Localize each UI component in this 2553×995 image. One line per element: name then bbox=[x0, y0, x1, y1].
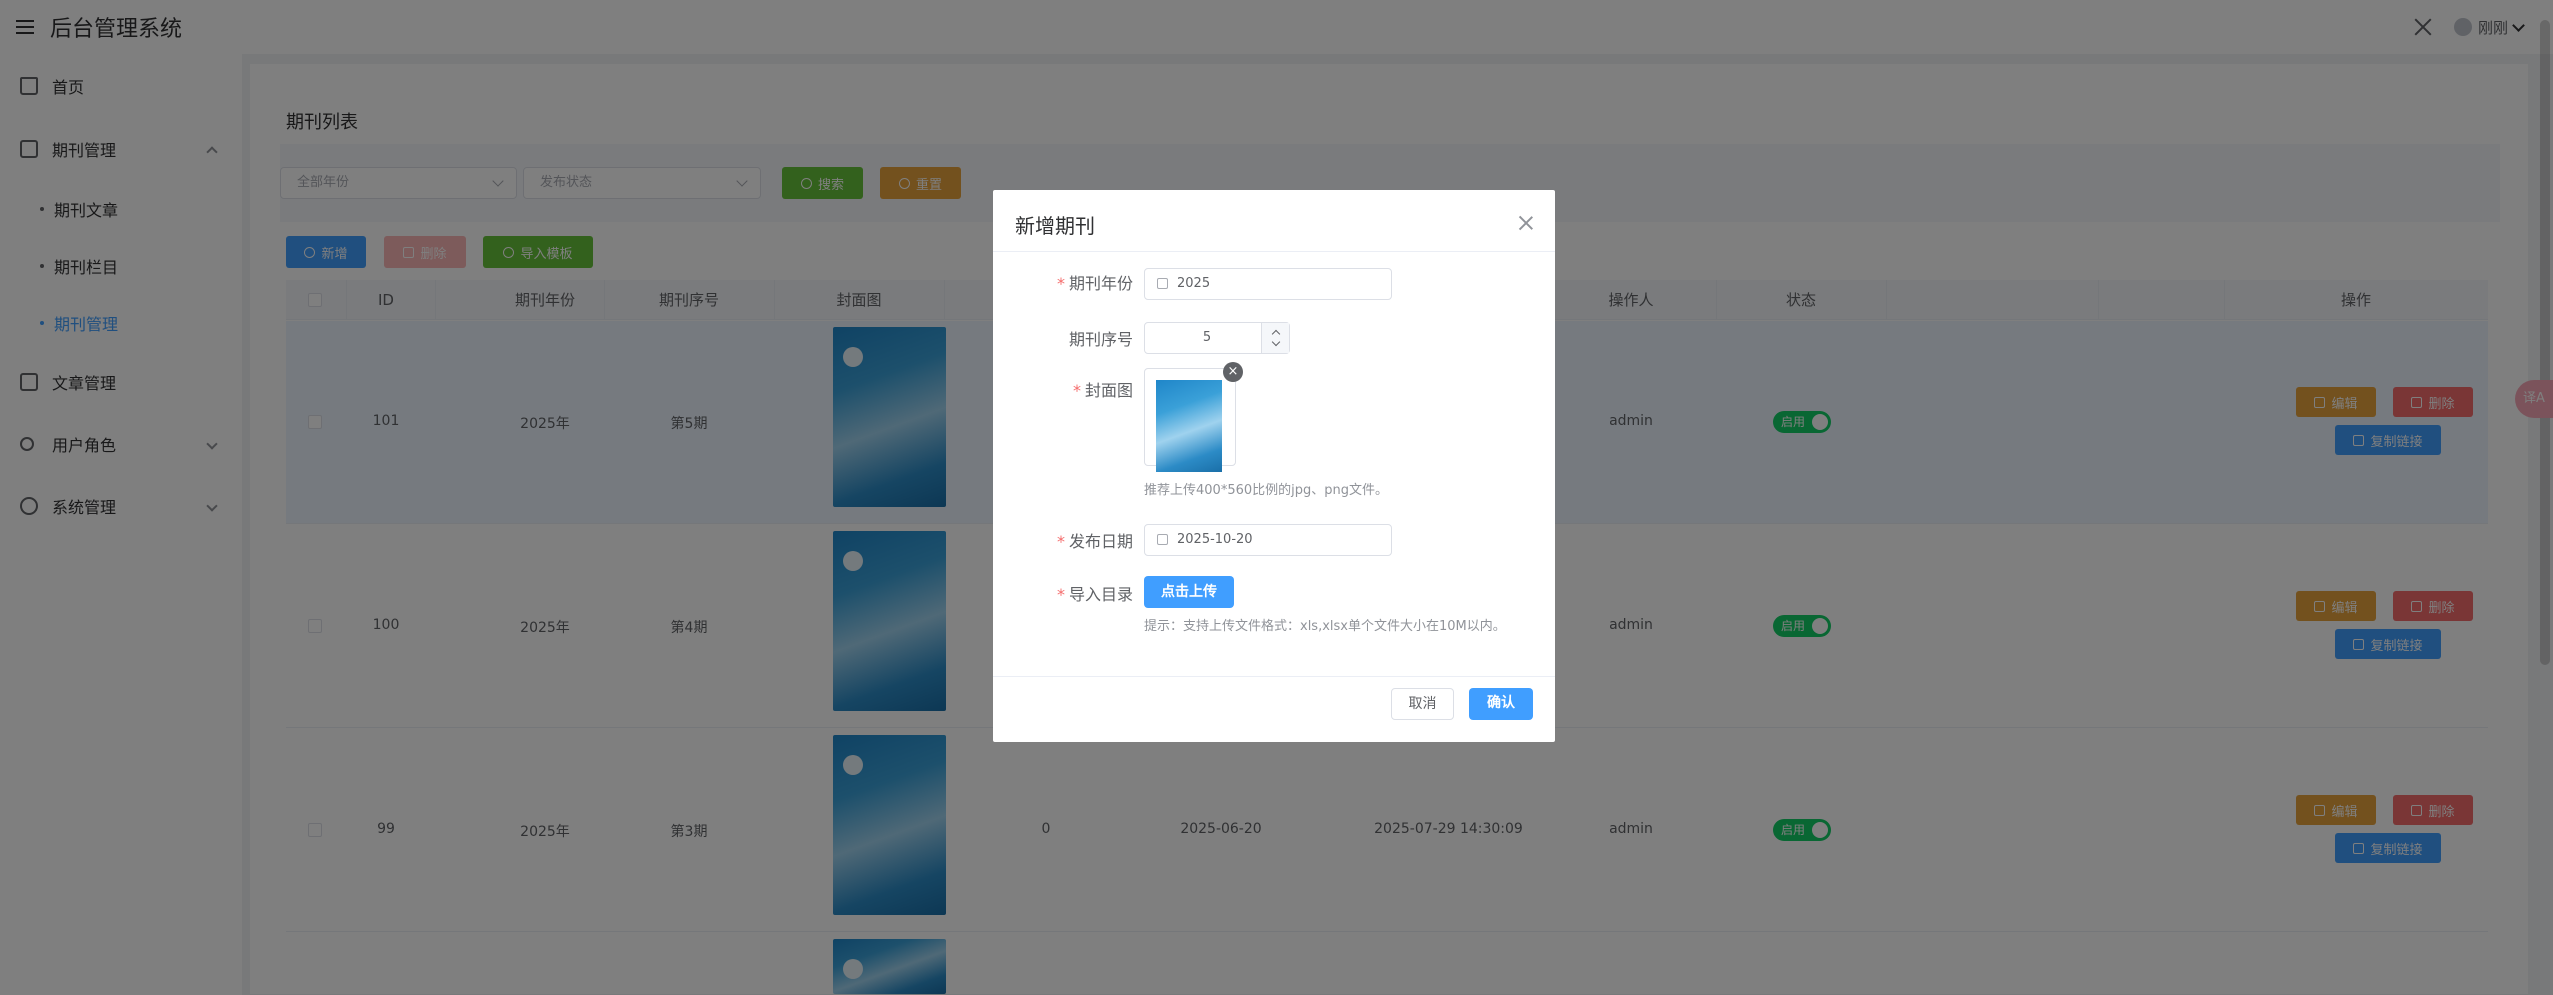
chevron-down-icon[interactable] bbox=[1271, 337, 1281, 347]
year-picker[interactable]: 2025 bbox=[1144, 268, 1392, 300]
year-label: * 期刊年份 bbox=[1056, 274, 1133, 293]
add-journal-dialog: 新增期刊 * 期刊年份 2025 期刊序号 5 * 封面图 × 推荐上传400*56… bbox=[993, 190, 1555, 742]
cover-label: * 封面图 bbox=[1072, 381, 1133, 400]
publish-date-picker[interactable]: 2025-10-20 bbox=[1144, 524, 1392, 556]
upload-button[interactable]: 点击上传 bbox=[1144, 576, 1234, 608]
issue-number-input[interactable]: 5 bbox=[1144, 322, 1290, 354]
close-icon[interactable] bbox=[1519, 216, 1533, 230]
calendar-icon bbox=[1157, 534, 1168, 545]
cancel-button[interactable]: 取消 bbox=[1391, 688, 1454, 720]
divider bbox=[993, 676, 1555, 677]
catalog-label: * 导入目录 bbox=[1056, 585, 1133, 604]
remove-image-icon[interactable]: × bbox=[1223, 362, 1243, 382]
cover-upload-preview[interactable] bbox=[1144, 368, 1236, 472]
label-text: 封面图 bbox=[1084, 381, 1133, 400]
issue-stepper[interactable] bbox=[1261, 323, 1289, 353]
cover-thumbnail bbox=[1156, 380, 1222, 472]
dialog-title: 新增期刊 bbox=[1015, 214, 1095, 238]
confirm-button[interactable]: 确认 bbox=[1469, 688, 1533, 720]
label-text: 发布日期 bbox=[1068, 532, 1133, 551]
issue-label: 期刊序号 bbox=[1069, 326, 1133, 350]
date-value: 2025-10-20 bbox=[1177, 532, 1253, 547]
divider bbox=[993, 251, 1555, 252]
cover-hint: 推荐上传400*560比例的jpg、png文件。 bbox=[1144, 483, 1388, 498]
label-text: 期刊年份 bbox=[1068, 274, 1133, 293]
issue-value: 5 bbox=[1202, 330, 1212, 345]
calendar-icon bbox=[1157, 278, 1168, 289]
date-label: * 发布日期 bbox=[1056, 532, 1133, 551]
year-value: 2025 bbox=[1177, 276, 1211, 291]
label-text: 导入目录 bbox=[1068, 585, 1133, 604]
label-text: 期刊序号 bbox=[1068, 330, 1133, 349]
upload-hint: 提示：支持上传文件格式：xls,xlsx单个文件大小在10M以内。 bbox=[1144, 619, 1506, 634]
